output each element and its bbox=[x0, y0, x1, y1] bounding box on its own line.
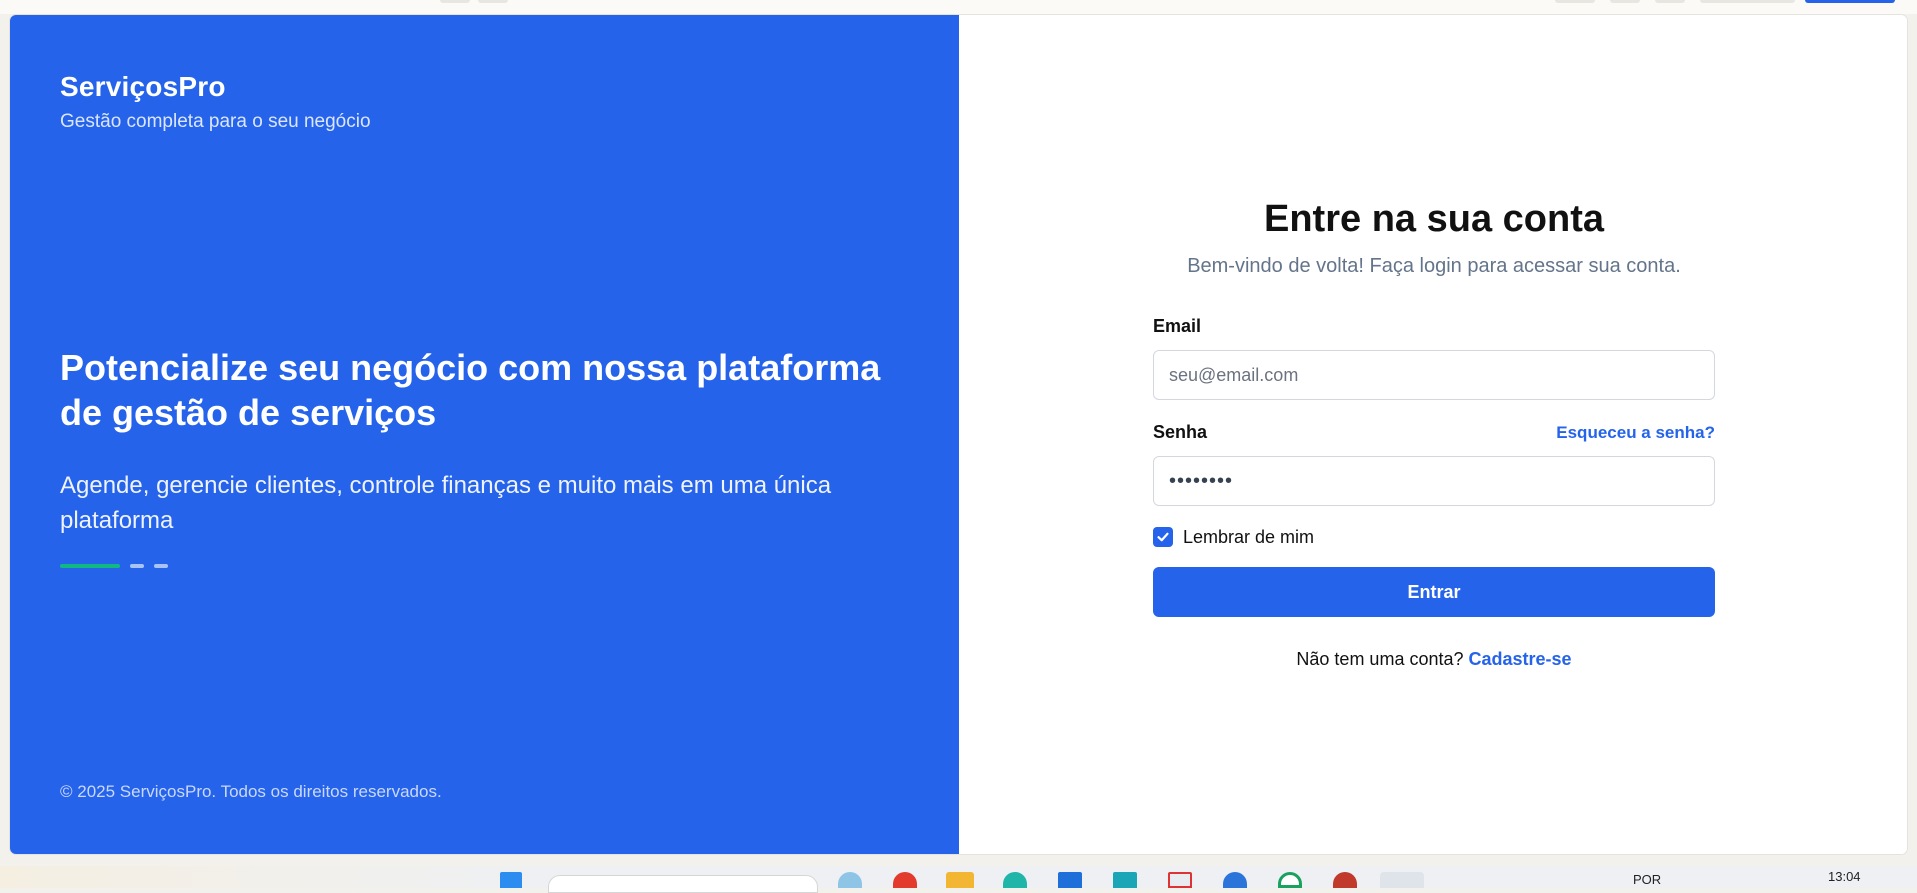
app-icon[interactable] bbox=[838, 872, 862, 888]
remember-me-label: Lembrar de mim bbox=[1183, 526, 1315, 547]
hero-subtitle: Agende, gerencie clientes, controle fina… bbox=[60, 472, 832, 534]
active-app-icon[interactable] bbox=[1380, 872, 1424, 888]
password-mask: •••••••• bbox=[1169, 469, 1234, 492]
checkmark-icon bbox=[1157, 532, 1169, 542]
brand-tagline: Gestão completa para o seu negócio bbox=[60, 111, 371, 132]
promo-panel: ServiçosPro Gestão completa para o seu n… bbox=[10, 15, 959, 854]
language-indicator[interactable]: POR bbox=[1633, 872, 1661, 887]
app-icon[interactable] bbox=[1168, 872, 1192, 888]
login-button[interactable]: Entrar bbox=[1153, 567, 1715, 617]
carousel-dot-1[interactable] bbox=[60, 564, 120, 568]
app-window: ServiçosPro Gestão completa para o seu n… bbox=[10, 15, 1907, 854]
password-group: Senha Esqueceu a senha? •••••••• bbox=[1153, 422, 1715, 506]
app-icon[interactable] bbox=[1113, 872, 1137, 888]
folder-icon[interactable] bbox=[946, 872, 974, 888]
signup-prompt: Não tem uma conta? Cadastre-se bbox=[1153, 649, 1715, 670]
app-icon[interactable] bbox=[1003, 872, 1027, 888]
app-icon[interactable] bbox=[1058, 872, 1082, 888]
toolbar-button[interactable] bbox=[478, 0, 508, 3]
toolbar-button[interactable] bbox=[440, 0, 470, 3]
password-label-row: Senha Esqueceu a senha? bbox=[1153, 422, 1715, 443]
email-group: Email bbox=[1153, 316, 1715, 400]
forgot-password-link[interactable]: Esqueceu a senha? bbox=[1556, 423, 1715, 443]
remember-me-checkbox[interactable] bbox=[1153, 527, 1173, 547]
clock[interactable]: 13:04 bbox=[1828, 869, 1861, 884]
start-icon[interactable] bbox=[500, 872, 522, 888]
toolbar-button[interactable] bbox=[1555, 0, 1595, 3]
brand-name: ServiçosPro bbox=[60, 71, 226, 102]
carousel-dot-2[interactable] bbox=[130, 564, 144, 568]
hero-title: Potencialize seu negócio com nossa plata… bbox=[60, 347, 881, 433]
app-icon[interactable] bbox=[1278, 872, 1302, 888]
password-label: Senha bbox=[1153, 422, 1208, 442]
signup-prompt-text: Não tem uma conta? bbox=[1296, 649, 1464, 669]
email-input[interactable] bbox=[1153, 350, 1715, 400]
app-icon[interactable] bbox=[1333, 872, 1357, 888]
app-icon[interactable] bbox=[1223, 872, 1247, 888]
taskbar-search[interactable] bbox=[548, 875, 818, 893]
os-taskbar: POR 13:04 bbox=[0, 866, 1917, 893]
login-form: Entre na sua conta Bem-vindo de volta! F… bbox=[1153, 198, 1715, 670]
login-title: Entre na sua conta bbox=[1264, 198, 1604, 240]
email-label: Email bbox=[1153, 316, 1202, 336]
login-panel: Entre na sua conta Bem-vindo de volta! F… bbox=[959, 15, 1907, 854]
carousel-dot-3[interactable] bbox=[154, 564, 168, 568]
toolbar-button[interactable] bbox=[1700, 0, 1795, 3]
toolbar-primary-button[interactable] bbox=[1805, 0, 1895, 3]
toolbar-button[interactable] bbox=[1610, 0, 1640, 3]
signup-link[interactable]: Cadastre-se bbox=[1469, 649, 1572, 669]
app-icon[interactable] bbox=[893, 872, 917, 888]
login-subtitle: Bem-vindo de volta! Faça login para aces… bbox=[1187, 255, 1681, 277]
copyright-footer: © 2025 ServiçosPro. Todos os direitos re… bbox=[60, 782, 442, 801]
remember-me-row[interactable]: Lembrar de mim bbox=[1153, 526, 1715, 548]
browser-top-strip bbox=[0, 0, 1917, 14]
toolbar-button[interactable] bbox=[1655, 0, 1685, 3]
password-input[interactable]: •••••••• bbox=[1153, 456, 1715, 506]
